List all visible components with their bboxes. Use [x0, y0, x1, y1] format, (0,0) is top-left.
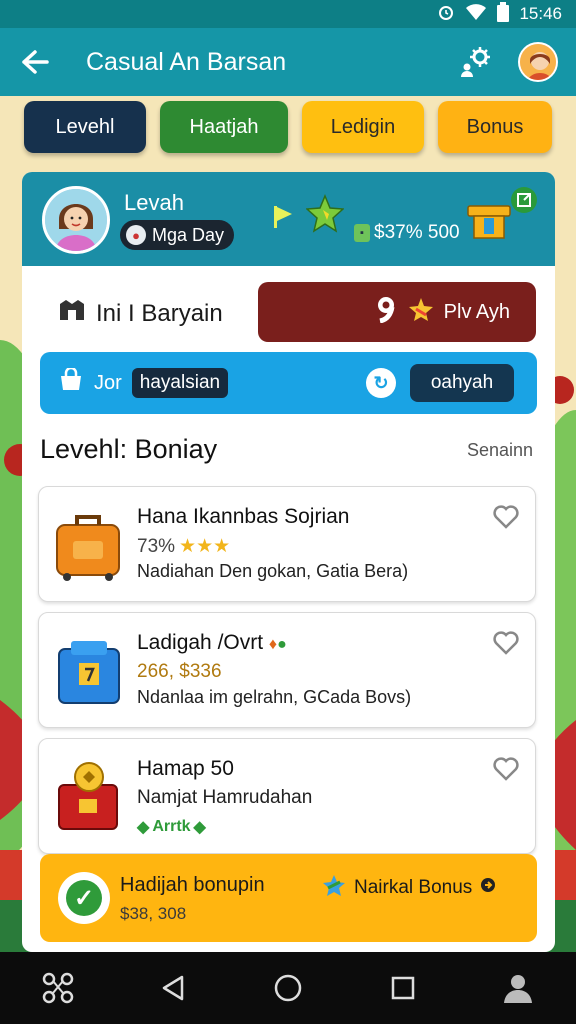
arrow-left-icon[interactable] [0, 28, 70, 96]
gear-person-icon[interactable] [456, 42, 496, 82]
item-title: Hamap 50 [137, 757, 234, 781]
star-rating-icon: ★★★ [179, 536, 231, 557]
list-item[interactable]: Hamap 50 Namjat Hamrudahan ◆ Arrtk ◆ [38, 738, 536, 854]
back-triangle-icon[interactable] [151, 966, 195, 1010]
heart-icon[interactable] [493, 505, 519, 534]
tab-haatjah[interactable]: Haatjah [160, 101, 288, 153]
leaf-icon: ◆ [137, 819, 150, 836]
clock-badge-icon: ● [126, 225, 146, 245]
bargain-label-group: Ini I Baryain [58, 298, 223, 329]
star-sparkle-icon [408, 297, 434, 327]
tab-ledigin[interactable]: Ledigin [302, 101, 424, 153]
item-description: Nadiahan Den gokan, Gatia Bera) [137, 561, 409, 581]
shop-bag-icon [58, 366, 84, 398]
item-price: 266, $336 [137, 661, 222, 683]
system-nav-bar [0, 952, 576, 1024]
share-icon[interactable] [36, 966, 80, 1010]
sparkle-icon [322, 874, 346, 902]
bargain-button-label: Plv Ayh [443, 300, 510, 323]
wifi-icon [465, 3, 487, 26]
recents-square-icon[interactable] [381, 966, 425, 1010]
heart-icon[interactable] [493, 631, 519, 660]
bargain-label: Ini I Baryain [96, 299, 223, 327]
heart-icon[interactable] [493, 757, 519, 786]
profile-avatar[interactable] [42, 186, 110, 254]
leaf-icon: ◆ [193, 819, 206, 836]
profile-header: Levah ● Mga Day ▪ $37% 500 [22, 172, 555, 266]
suitcase-icon [49, 501, 129, 585]
cash-icon: ▪ [354, 224, 370, 242]
star-icon [305, 194, 345, 239]
main-panel: Levah ● Mga Day ▪ $37% 500 Ini I Baryain [22, 172, 555, 952]
check-circle-icon: ✓ [58, 872, 110, 924]
bargain-button[interactable]: Plv Ayh [258, 282, 536, 342]
day-label: Mga Day [152, 224, 225, 245]
section-link[interactable]: Senainn [467, 440, 533, 461]
coin-balance: ▪ $37% 500 [354, 222, 460, 244]
join-prefix: Jor [94, 371, 122, 394]
bonus-link[interactable]: Nairkal Bonus [322, 874, 496, 902]
home-circle-icon[interactable] [266, 966, 310, 1010]
gift-box-icon [49, 627, 129, 711]
profile-name: Levah [124, 190, 184, 215]
number-nine-icon [374, 295, 398, 329]
join-label-group: Jor hayalsian [58, 366, 229, 398]
flag-icon [272, 204, 294, 235]
bargain-row: Ini I Baryain Plv Ayh [22, 282, 555, 346]
list-item[interactable]: Hana Ikannbas Sojrian 73% ★★★ Nadiahan D… [38, 486, 536, 602]
bonus-title: Hadijah bonupin [120, 874, 265, 896]
refresh-icon[interactable]: ↻ [366, 368, 396, 398]
item-description: Ndanlaa im gelrahn, GCada Bovs) [137, 687, 412, 707]
tab-bonus[interactable]: Bonus [438, 101, 552, 153]
alarm-icon [437, 3, 455, 26]
coin-icon: ● [277, 636, 287, 653]
fire-icon: ♦ [268, 636, 278, 653]
treasure-box-icon [49, 753, 129, 837]
user-avatar-icon[interactable] [518, 42, 558, 82]
profile-icon[interactable] [496, 966, 540, 1010]
item-percent: 73% [137, 535, 176, 557]
coin-value: $37% 500 [374, 222, 460, 243]
item-tag-text: Arrtk [152, 818, 191, 835]
page-title: Casual An Barsan [86, 47, 287, 76]
list-item[interactable]: Ladigah /Ovrt ♦● 266, $336 Ndanlaa im ge… [38, 612, 536, 728]
tab-level[interactable]: Levehl [24, 101, 146, 153]
item-rating: 73% ★★★ [137, 535, 230, 558]
item-title: Ladigah /Ovrt [137, 631, 264, 654]
join-bar: Jor hayalsian ↻ oahyah [40, 352, 537, 414]
day-badge[interactable]: ● Mga Day [120, 220, 235, 250]
status-bar: 15:46 [0, 0, 576, 28]
tab-bar: Levehl Haatjah Ledigin Bonus [24, 101, 554, 153]
store-icon [58, 298, 86, 329]
item-title-text: Hamap 50 [137, 757, 234, 780]
app-bar: Casual An Barsan [0, 28, 576, 96]
join-chip[interactable]: hayalsian [131, 368, 229, 398]
join-button[interactable]: oahyah [410, 364, 514, 402]
chevron-right-icon [480, 877, 496, 899]
status-time: 15:46 [519, 4, 562, 23]
bonus-value: $38, 308 [120, 904, 187, 923]
item-title-row: Ladigah /Ovrt ♦● [137, 631, 287, 655]
item-title: Hana Ikannbas Sojrian [137, 505, 350, 528]
battery-icon [497, 1, 510, 27]
bonus-link-label: Nairkal Bonus [354, 877, 473, 898]
chest-icon[interactable] [464, 186, 538, 247]
item-tags: ◆ Arrtk ◆ [137, 817, 206, 837]
item-subtitle: Namjat Hamrudahan [137, 787, 313, 808]
section-title: Levehl: Boniay [40, 434, 218, 464]
item-price-value: 266, $336 [137, 661, 222, 682]
bonus-bar[interactable]: ✓ Hadijah bonupin $38, 308 Nairkal Bonus [40, 854, 537, 942]
